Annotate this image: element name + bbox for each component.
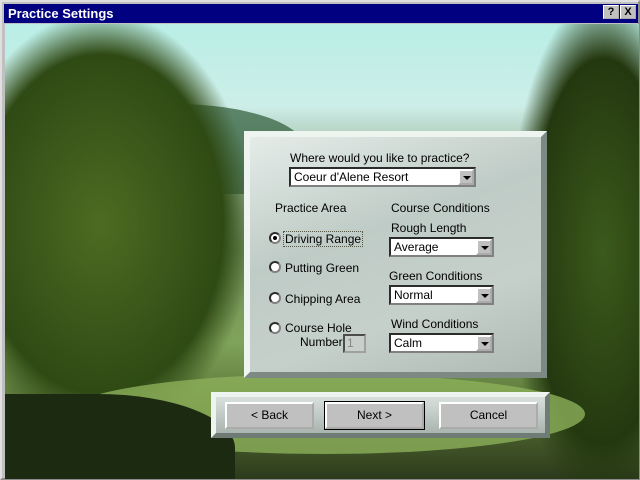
back-button[interactable]: < Back — [225, 402, 314, 429]
close-button[interactable]: X — [620, 5, 636, 19]
rough-length-label: Rough Length — [391, 221, 467, 235]
green-conditions-label: Green Conditions — [389, 269, 483, 283]
rough-length-dropdown[interactable]: Average — [389, 237, 494, 257]
cancel-button[interactable]: Cancel — [439, 402, 538, 429]
radio-putting-green[interactable] — [269, 261, 281, 273]
green-conditions-dropdown[interactable]: Normal — [389, 285, 494, 305]
next-button[interactable]: Next > — [324, 401, 425, 430]
location-value: Coeur d'Alene Resort — [294, 170, 409, 184]
rough-length-value: Average — [394, 240, 439, 254]
green-conditions-value: Normal — [394, 288, 433, 302]
location-prompt: Where would you like to practice? — [290, 151, 470, 165]
chevron-down-icon[interactable] — [476, 287, 492, 303]
wind-conditions-value: Calm — [394, 336, 423, 350]
location-dropdown[interactable]: Coeur d'Alene Resort — [289, 167, 476, 187]
hole-number-label: Number — [300, 335, 343, 349]
chevron-down-icon[interactable] — [458, 169, 474, 185]
radio-driving-range[interactable] — [269, 232, 281, 244]
putting-green-label[interactable]: Putting Green — [285, 261, 359, 275]
practice-area-heading: Practice Area — [275, 201, 347, 215]
course-hole-label[interactable]: Course Hole — [285, 321, 352, 335]
window-title: Practice Settings — [8, 6, 114, 21]
chevron-down-icon[interactable] — [476, 335, 492, 351]
radio-course-hole[interactable] — [269, 322, 281, 334]
chipping-area-label[interactable]: Chipping Area — [285, 292, 360, 306]
wind-conditions-dropdown[interactable]: Calm — [389, 333, 494, 353]
course-conditions-heading: Course Conditions — [391, 201, 490, 215]
wind-conditions-label: Wind Conditions — [391, 317, 479, 331]
chevron-down-icon[interactable] — [476, 239, 492, 255]
hole-number-input[interactable]: 1 — [343, 334, 366, 353]
help-button[interactable]: ? — [603, 5, 619, 19]
driving-range-label[interactable]: Driving Range — [282, 231, 364, 247]
title-bar: Practice Settings — [4, 4, 638, 23]
radio-chipping-area[interactable] — [269, 292, 281, 304]
